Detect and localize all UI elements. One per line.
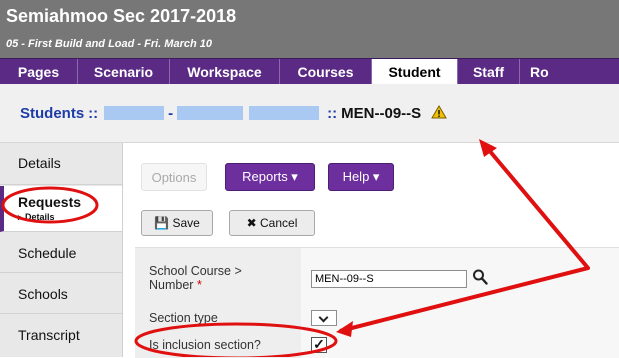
- tab-courses[interactable]: Courses: [280, 59, 372, 85]
- redacted-name: [104, 106, 165, 120]
- breadcrumb-students-link[interactable]: Students: [20, 105, 84, 122]
- side-tab-transcript[interactable]: Transcript: [0, 315, 122, 357]
- inclusion-label: Is inclusion section?: [149, 338, 261, 352]
- required-mark: *: [196, 278, 202, 292]
- inclusion-checkbox[interactable]: ✓: [311, 337, 327, 353]
- breadcrumb-record: MEN--09--S: [341, 104, 422, 122]
- options-button[interactable]: Options: [141, 163, 207, 191]
- breadcrumb-bar: Students :: - :: MEN--09--S: [0, 84, 619, 143]
- reports-button[interactable]: Reports ▾: [225, 163, 315, 191]
- context-title: 05 - First Build and Load - Fri. March 1…: [6, 38, 212, 50]
- side-tab-details[interactable]: Details: [0, 143, 122, 185]
- section-type-label: Section type: [149, 311, 218, 325]
- side-tab-label: Schools: [18, 286, 68, 302]
- side-tab-requests[interactable]: Requests ▸ Details: [0, 186, 122, 232]
- course-number-label: School Course > Number *: [149, 264, 289, 292]
- course-number-label-text: School Course > Number: [149, 264, 242, 292]
- breadcrumb: Students :: - :: MEN--09--S: [20, 100, 448, 126]
- redacted-name: [249, 106, 320, 120]
- warning-icon[interactable]: [431, 104, 448, 122]
- tab-scenario[interactable]: Scenario: [78, 59, 170, 85]
- side-tabs: Details Requests ▸ Details Schedule Scho…: [0, 143, 123, 357]
- redacted-name: [177, 106, 244, 120]
- breadcrumb-separator: ::: [327, 104, 338, 122]
- side-tab-schedule[interactable]: Schedule: [0, 233, 122, 273]
- side-subtab-details[interactable]: ▸ Details: [18, 212, 122, 223]
- save-button[interactable]: 💾 Save: [141, 210, 213, 236]
- tab-ro[interactable]: Ro: [520, 59, 619, 85]
- side-tab-label: Schedule: [18, 245, 77, 261]
- side-tab-schools[interactable]: Schools: [0, 274, 122, 314]
- tab-student[interactable]: Student: [372, 59, 458, 85]
- side-tab-label: Details: [18, 155, 61, 171]
- tab-staff[interactable]: Staff: [458, 59, 520, 85]
- breadcrumb-separator: ::: [88, 104, 99, 122]
- breadcrumb-dash: -: [168, 104, 174, 122]
- search-icon[interactable]: [472, 268, 488, 286]
- tab-workspace[interactable]: Workspace: [170, 59, 280, 85]
- main-tab-bar: Pages Scenario Workspace Courses Student…: [0, 58, 619, 85]
- help-button[interactable]: Help ▾: [328, 163, 394, 191]
- side-tab-label: Transcript: [18, 327, 80, 343]
- tab-pages[interactable]: Pages: [0, 59, 78, 85]
- title-bar: Semiahmoo Sec 2017-2018 05 - First Build…: [0, 0, 619, 58]
- course-number-input[interactable]: [311, 270, 467, 288]
- cancel-button[interactable]: ✖ Cancel: [229, 210, 315, 236]
- section-type-select[interactable]: [311, 310, 337, 326]
- course-form: School Course > Number * Section type Is…: [135, 247, 619, 358]
- app-title: Semiahmoo Sec 2017-2018: [6, 6, 237, 26]
- side-tab-label: Requests: [18, 194, 82, 210]
- content-panel: Options Reports ▾ Help ▾ 💾 Save ✖ Cancel…: [123, 143, 619, 358]
